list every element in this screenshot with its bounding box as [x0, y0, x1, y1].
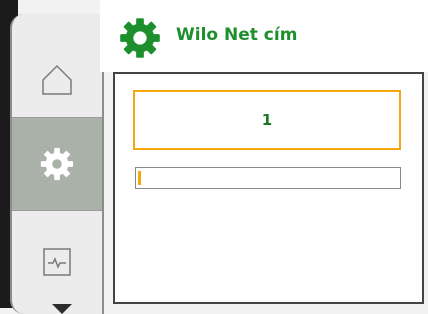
page-header: Wilo Net cím: [100, 0, 428, 72]
monitor-icon: [43, 248, 71, 276]
chevron-down-icon[interactable]: [52, 304, 72, 314]
side-navigation: [10, 14, 104, 314]
content-panel: 1: [113, 72, 424, 304]
value-field[interactable]: 1: [133, 90, 401, 150]
progress-bar: [135, 167, 401, 189]
page-title: Wilo Net cím: [176, 25, 298, 45]
nav-item-monitor[interactable]: [12, 222, 102, 302]
progress-fill: [138, 171, 141, 185]
gear-icon: [118, 16, 162, 60]
nav-item-settings[interactable]: [12, 118, 102, 210]
nav-item-home[interactable]: [12, 32, 102, 128]
gear-icon: [40, 147, 74, 181]
value-text: 1: [261, 111, 273, 129]
nav-divider: [12, 210, 102, 211]
home-icon: [42, 64, 72, 95]
